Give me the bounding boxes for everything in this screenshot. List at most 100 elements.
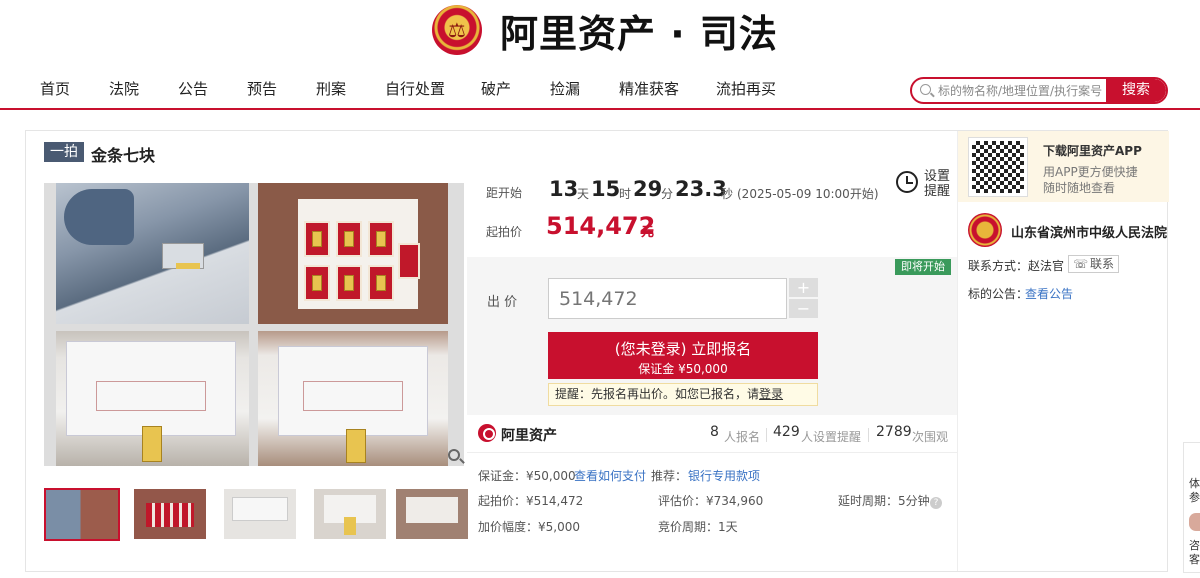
search-box: 搜索 bbox=[910, 77, 1168, 104]
recommend-label: 推荐： bbox=[651, 469, 688, 483]
countdown-hours-unit: 时 bbox=[619, 187, 632, 201]
stats-divider-line bbox=[467, 452, 957, 453]
set-reminder-button[interactable]: 设置提醒 bbox=[924, 169, 950, 199]
brand-logo-icon bbox=[478, 424, 496, 442]
stats-divider bbox=[766, 428, 767, 442]
contact-button[interactable]: ☏ 联系 bbox=[1068, 255, 1120, 273]
signup-button-label: (您未登录) 立即报名 bbox=[614, 340, 752, 358]
contact-button-label: 联系 bbox=[1090, 257, 1115, 271]
bid-increase-button[interactable]: + bbox=[789, 278, 818, 297]
thumbnail-4[interactable] bbox=[314, 489, 386, 539]
countdown-label: 距开始 bbox=[486, 186, 523, 200]
court-emblem-icon bbox=[432, 5, 482, 55]
thumbnail-3[interactable] bbox=[224, 489, 296, 539]
nav-item-criminal[interactable]: 刑案 bbox=[316, 78, 346, 99]
nav-item-bargain[interactable]: 捡漏 bbox=[550, 78, 580, 99]
start-price-info: 起拍价：¥514,472 bbox=[478, 494, 584, 508]
app-download-subtitle-2: 随时随地查看 bbox=[1043, 181, 1116, 195]
price-panel: 距开始 13 天 15 时 29 分 23.3 秒 (2025-05-09 10… bbox=[467, 154, 957, 573]
auction-card: 一拍 金条七块 距开始 13 天 15 时 29 分 23.3 秒 (2025-… bbox=[25, 130, 1169, 573]
court-name[interactable]: 山东省滨州市中级人民法院 bbox=[1011, 222, 1167, 241]
nav-item-rebuy[interactable]: 流拍再买 bbox=[716, 78, 776, 99]
photo-certificate-1 bbox=[56, 331, 249, 466]
floater-text-2: 参 bbox=[1189, 491, 1200, 504]
floating-service-widget[interactable]: 体 参 咨 客 bbox=[1183, 442, 1200, 573]
photo-certificate-2 bbox=[258, 331, 448, 466]
photo-gold-machine bbox=[56, 183, 249, 324]
countdown-minutes: 29 bbox=[633, 177, 663, 201]
nav-item-precise-acquire[interactable]: 精准获客 bbox=[619, 78, 679, 99]
login-tip: 提醒：先报名再出价。如您已报名，请登录 bbox=[548, 383, 818, 406]
photo-gold-boxes bbox=[258, 183, 448, 324]
nav-item-self-disposal[interactable]: 自行处置 bbox=[385, 78, 445, 99]
bid-decrease-button[interactable]: − bbox=[789, 299, 818, 318]
countdown-seconds: 23.3 bbox=[675, 177, 727, 201]
right-sidebar: 下载阿里资产APP 用APP更方便快捷 随时随地查看 山东省滨州市中级人民法院 … bbox=[957, 131, 1169, 571]
reminder-count: 429 bbox=[773, 424, 800, 440]
thumbnail-2[interactable] bbox=[134, 489, 206, 539]
countdown-hours: 15 bbox=[591, 177, 621, 201]
logo-text: 阿里资产 · 司法 bbox=[500, 11, 778, 56]
thumbnail-strip bbox=[44, 488, 468, 541]
starting-price-unit: 元 bbox=[641, 225, 655, 240]
app-download-box[interactable]: 下载阿里资产APP 用APP更方便快捷 随时随地查看 bbox=[958, 131, 1169, 202]
item-title: 金条七块 bbox=[91, 146, 156, 165]
bidding-cycle-info: 竞价周期：1天 bbox=[658, 520, 738, 534]
bid-amount-input[interactable] bbox=[548, 278, 787, 319]
login-tip-text: 提醒：先报名再出价。如您已报名，请 bbox=[555, 387, 760, 401]
nav-item-bankruptcy[interactable]: 破产 bbox=[481, 78, 511, 99]
app-download-subtitle: 用APP更方便快捷 bbox=[1043, 165, 1138, 179]
bank-payment-link[interactable]: 银行专用款项 bbox=[688, 467, 760, 484]
phone-icon: ☏ bbox=[1073, 257, 1089, 271]
search-input[interactable] bbox=[938, 81, 1110, 100]
increment-info: 加价幅度：¥5,000 bbox=[478, 520, 580, 534]
signup-deposit-label: 保证金 ¥50,000 bbox=[638, 362, 728, 376]
how-to-pay-link[interactable]: 查看如何支付 bbox=[574, 467, 646, 484]
thumbnail-1[interactable] bbox=[44, 488, 120, 541]
status-badge: 即将开始 bbox=[895, 259, 951, 275]
signup-count: 8 bbox=[710, 424, 719, 440]
nav-item-preview[interactable]: 预告 bbox=[247, 78, 277, 99]
appraisal-price-info: 评估价：¥734,960 bbox=[658, 494, 764, 508]
bid-area: 即将开始 出 价 + − (您未登录) 立即报名 保证金 ¥50,000 提醒：… bbox=[467, 257, 957, 415]
floater-text-4: 客 bbox=[1189, 553, 1200, 566]
auction-round-badge: 一拍 bbox=[44, 142, 84, 162]
deposit-info: 保证金：¥50,000 bbox=[478, 469, 576, 483]
signup-button[interactable]: (您未登录) 立即报名 保证金 ¥50,000 bbox=[548, 332, 818, 379]
site-header: 阿里资产 · 司法 bbox=[0, 0, 1200, 60]
signup-count-label: 人报名 bbox=[724, 430, 761, 444]
site-logo[interactable]: 阿里资产 · 司法 bbox=[432, 2, 778, 58]
nav-item-court[interactable]: 法院 bbox=[109, 78, 139, 99]
qr-code bbox=[968, 137, 1028, 197]
nav-item-notice[interactable]: 公告 bbox=[178, 78, 208, 99]
view-count: 2789 bbox=[876, 424, 912, 440]
court-emblem-icon bbox=[968, 213, 1002, 247]
alarm-clock-icon[interactable] bbox=[896, 171, 918, 193]
thumbnail-5[interactable] bbox=[396, 489, 468, 539]
starting-price-label: 起拍价 bbox=[486, 225, 523, 239]
view-count-label: 次围观 bbox=[912, 430, 949, 444]
countdown-days: 13 bbox=[549, 177, 579, 201]
countdown-minutes-unit: 分 bbox=[661, 187, 674, 201]
countdown-days-unit: 天 bbox=[577, 187, 590, 201]
start-time-note: (2025-05-09 10:00开始) bbox=[737, 187, 879, 201]
contact-info: 联系方式：赵法官 bbox=[968, 259, 1065, 273]
service-avatar bbox=[1189, 513, 1200, 531]
reminder-count-label: 人设置提醒 bbox=[801, 430, 862, 444]
main-nav: 首页 法院 公告 预告 刑案 自行处置 破产 捡漏 精准获客 流拍再买 搜索 bbox=[0, 70, 1200, 110]
search-icon bbox=[920, 84, 931, 95]
bid-label: 出 价 bbox=[487, 295, 518, 310]
zoom-icon[interactable] bbox=[448, 449, 460, 461]
search-button[interactable]: 搜索 bbox=[1106, 79, 1166, 102]
countdown-seconds-unit: 秒 bbox=[721, 187, 734, 201]
notice-label: 标的公告： bbox=[968, 287, 1029, 301]
main-image[interactable] bbox=[44, 183, 464, 466]
login-link[interactable]: 登录 bbox=[759, 387, 783, 401]
view-notice-link[interactable]: 查看公告 bbox=[1025, 285, 1073, 302]
brand-name: 阿里资产 bbox=[501, 428, 557, 444]
help-icon[interactable]: ? bbox=[930, 497, 942, 509]
delay-cycle-info: 延时周期：5分钟 bbox=[838, 494, 930, 508]
stats-divider bbox=[868, 428, 869, 442]
nav-item-home[interactable]: 首页 bbox=[40, 78, 70, 99]
app-download-title: 下载阿里资产APP bbox=[1043, 144, 1142, 158]
